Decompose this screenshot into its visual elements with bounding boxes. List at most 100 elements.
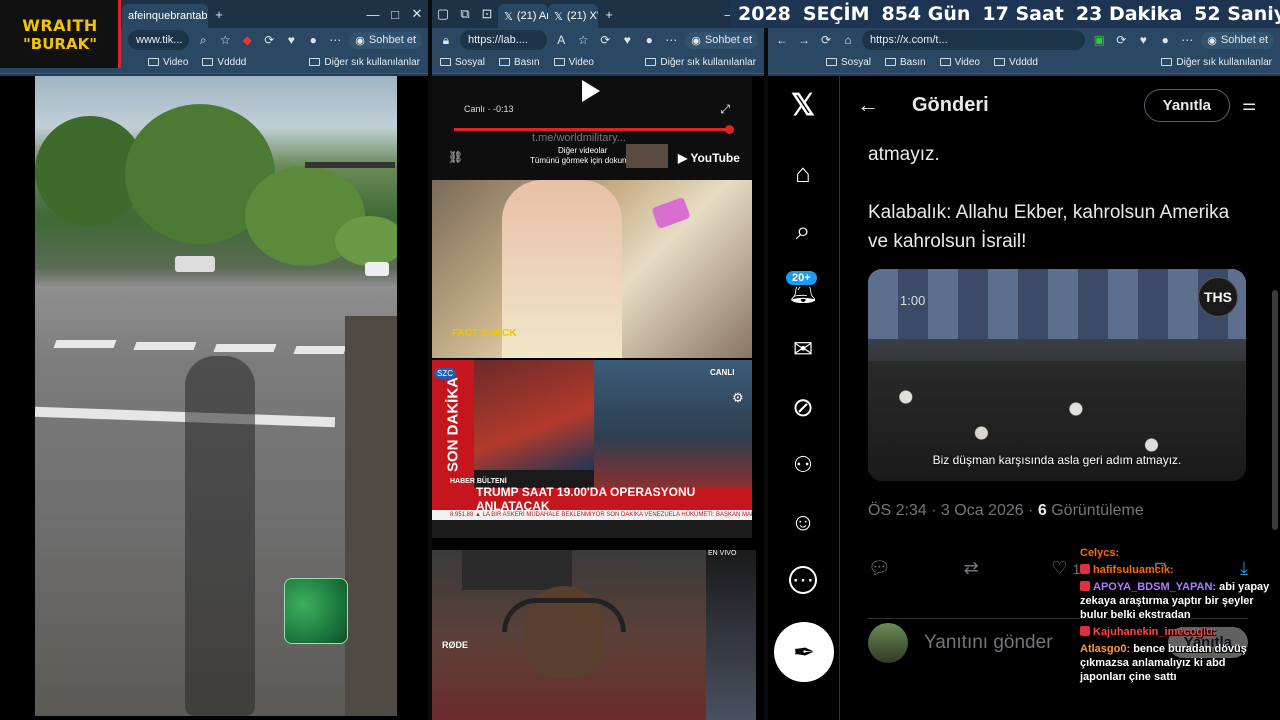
election-countdown: 2028 SEÇİM 854 Gün 17 Saat 23 Dakika 52 … bbox=[730, 0, 1280, 28]
back-arrow-icon[interactable]: ← bbox=[848, 92, 888, 118]
tab-x-1[interactable]: 𝕏(21) An bbox=[498, 4, 548, 28]
studio-feed bbox=[594, 360, 752, 488]
bookmark-vdddd[interactable]: Vdddd bbox=[994, 57, 1038, 68]
minimize-icon[interactable]: — bbox=[362, 7, 384, 22]
favorites-icon[interactable]: ♥ bbox=[1135, 33, 1151, 47]
like-button[interactable]: ♡ 1 bbox=[1051, 558, 1080, 579]
bookmark-sosyal[interactable]: Sosyal bbox=[826, 57, 871, 68]
bag-icon[interactable]: ⊡ bbox=[476, 6, 498, 22]
url-field[interactable]: https://x.com/t... bbox=[862, 30, 1086, 50]
more-icon[interactable]: ⋯ bbox=[1179, 33, 1195, 47]
more-icon[interactable]: ⋯ bbox=[327, 33, 343, 47]
stream-chat: Celycs: hafifsuluamcik: APOYA_BDSM_YAPAN… bbox=[1080, 546, 1270, 720]
chat-label: Sohbet et bbox=[1220, 34, 1268, 46]
countdown-year: 2028 bbox=[738, 3, 791, 25]
compose-post-button[interactable]: ✒ bbox=[774, 622, 834, 682]
countdown-word: SEÇİM bbox=[802, 3, 870, 25]
tree bbox=[335, 216, 397, 266]
settings-icon[interactable]: ⚙ bbox=[732, 390, 744, 406]
search-icon[interactable]: ⌕ bbox=[786, 214, 820, 248]
favorites-icon[interactable]: ♥ bbox=[619, 33, 635, 47]
new-tab-icon[interactable]: + bbox=[208, 7, 230, 22]
reply-icon[interactable]: 💬︎ bbox=[868, 558, 891, 579]
filter-icon[interactable]: ⚌ bbox=[1242, 95, 1268, 115]
related-thumbnail[interactable] bbox=[626, 144, 668, 168]
copilot-chat-button[interactable]: ◉ Sohbet et bbox=[349, 31, 422, 49]
communities-icon[interactable]: ⚇ bbox=[786, 448, 820, 482]
crosswalk-stripe bbox=[213, 344, 277, 352]
browser-window-tiktok: afeinquebrantable5✕ + — □ ✕ www.tik... ⌕… bbox=[0, 0, 428, 720]
extension-icon[interactable]: ◆ bbox=[239, 33, 255, 47]
video-caption: Biz düşman karşısında asla geri adım atm… bbox=[932, 453, 1182, 467]
tab-x-2[interactable]: 𝕏(21) X'te bbox=[548, 4, 598, 28]
video-clip-pour[interactable]: FACT CHECK bbox=[432, 180, 752, 358]
back-icon[interactable]: ← bbox=[774, 33, 790, 47]
forward-icon[interactable]: → bbox=[796, 33, 812, 47]
home-icon[interactable]: ⌂ bbox=[840, 33, 856, 47]
feather-icon: ✒ bbox=[793, 636, 815, 667]
read-aloud-icon[interactable]: A bbox=[553, 33, 569, 47]
bookmark-other[interactable]: Diğer sık kullanılanlar bbox=[645, 57, 756, 68]
scrollbar[interactable] bbox=[1272, 290, 1278, 530]
copilot-chat-button[interactable]: ◉ Sohbet et bbox=[685, 31, 758, 49]
close-window-icon[interactable]: ✕ bbox=[406, 6, 428, 22]
search-icon[interactable]: ⌕ bbox=[195, 33, 211, 48]
play-icon[interactable] bbox=[582, 80, 600, 102]
fullscreen-icon[interactable]: ⤢ bbox=[720, 102, 730, 117]
refresh-icon[interactable]: ⟳ bbox=[1113, 33, 1129, 47]
tiktok-video[interactable] bbox=[0, 76, 428, 720]
url-field[interactable]: www.tik... bbox=[128, 30, 190, 50]
new-tab-icon[interactable]: + bbox=[598, 7, 620, 22]
star-icon[interactable]: ☆ bbox=[217, 33, 233, 47]
x-logo-icon[interactable]: 𝕏 bbox=[786, 88, 820, 122]
messages-icon[interactable]: ✉ bbox=[786, 332, 820, 366]
bookmark-video[interactable]: Video bbox=[148, 57, 188, 68]
extension-icon[interactable]: ▣ bbox=[1091, 33, 1107, 47]
avatar[interactable]: ● bbox=[641, 33, 657, 47]
more-icon[interactable]: ⋯ bbox=[663, 33, 679, 47]
more-icon[interactable]: ⋯ bbox=[789, 566, 817, 594]
profile-icon[interactable]: ☺ bbox=[786, 506, 820, 540]
favorites-icon[interactable]: ♥ bbox=[283, 33, 299, 47]
tab-actions-icon[interactable]: ▢ bbox=[432, 6, 454, 22]
maximize-icon[interactable]: □ bbox=[384, 7, 406, 22]
copilot-chat-button[interactable]: ◉ Sohbet et bbox=[1201, 31, 1274, 49]
refresh-icon[interactable]: ⟳ bbox=[818, 33, 834, 47]
bookmark-basin[interactable]: Basın bbox=[499, 57, 540, 68]
folder-icon bbox=[553, 58, 565, 66]
link-icon[interactable]: ⛓ bbox=[448, 150, 463, 164]
tab-tiktok[interactable]: afeinquebrantable5✕ bbox=[122, 4, 208, 28]
progress-bar[interactable] bbox=[454, 128, 730, 131]
en-vivo-label: EN VIVO bbox=[708, 550, 737, 557]
bookmark-other[interactable]: Diğer sık kullanılanlar bbox=[309, 57, 420, 68]
grok-icon[interactable]: ⊘ bbox=[786, 390, 820, 424]
truck bbox=[175, 256, 215, 272]
repost-icon[interactable]: ⇄ bbox=[964, 558, 979, 579]
workspaces-icon[interactable]: ⧉ bbox=[454, 6, 476, 22]
bookmark-vdddd[interactable]: Vdddd bbox=[202, 57, 246, 68]
news-broadcast[interactable]: SON DAKİKA SZC CANLI ⚙ HABER BÜLTENİ TRU… bbox=[432, 360, 752, 538]
refresh-icon[interactable]: ⟳ bbox=[261, 33, 277, 47]
bookmark-video[interactable]: Video bbox=[553, 57, 594, 68]
progress-handle[interactable] bbox=[725, 125, 734, 134]
jar-image bbox=[284, 578, 348, 644]
youtube-embed[interactable]: Canlı · -0:13 ⤢ t.me/worldmilitary... ⛓ … bbox=[432, 76, 752, 180]
bookmark-basin[interactable]: Basın bbox=[885, 57, 926, 68]
bookmark-video[interactable]: Video bbox=[939, 57, 980, 68]
avatar[interactable]: ● bbox=[1157, 33, 1173, 47]
related-videos[interactable]: Diğer videolar Tümünü görmek için dokunun bbox=[530, 146, 635, 166]
post-video[interactable]: 1:00 THS Biz düşman karşısında asla geri… bbox=[868, 269, 1246, 481]
avatar[interactable]: ● bbox=[305, 33, 321, 47]
crosswalk-stripe bbox=[293, 346, 347, 354]
refresh-icon[interactable]: ⟳ bbox=[597, 33, 613, 47]
bookmark-sosyal[interactable]: Sosyal bbox=[440, 57, 485, 68]
bookmark-other[interactable]: Diğer sık kullanılanlar bbox=[1161, 57, 1272, 68]
reply-input[interactable]: Yanıtını gönder bbox=[924, 632, 1053, 654]
youtube-logo[interactable]: ▶ YouTube bbox=[678, 151, 740, 165]
header-reply-button[interactable]: Yanıtla bbox=[1143, 88, 1230, 122]
countdown-seconds: 52 Saniye bbox=[1194, 3, 1280, 25]
url-field[interactable]: https://lab.... bbox=[460, 30, 548, 50]
copilot-icon: ◉ bbox=[355, 34, 365, 47]
home-icon[interactable]: ⌂ bbox=[786, 156, 820, 190]
star-icon[interactable]: ☆ bbox=[575, 33, 591, 47]
